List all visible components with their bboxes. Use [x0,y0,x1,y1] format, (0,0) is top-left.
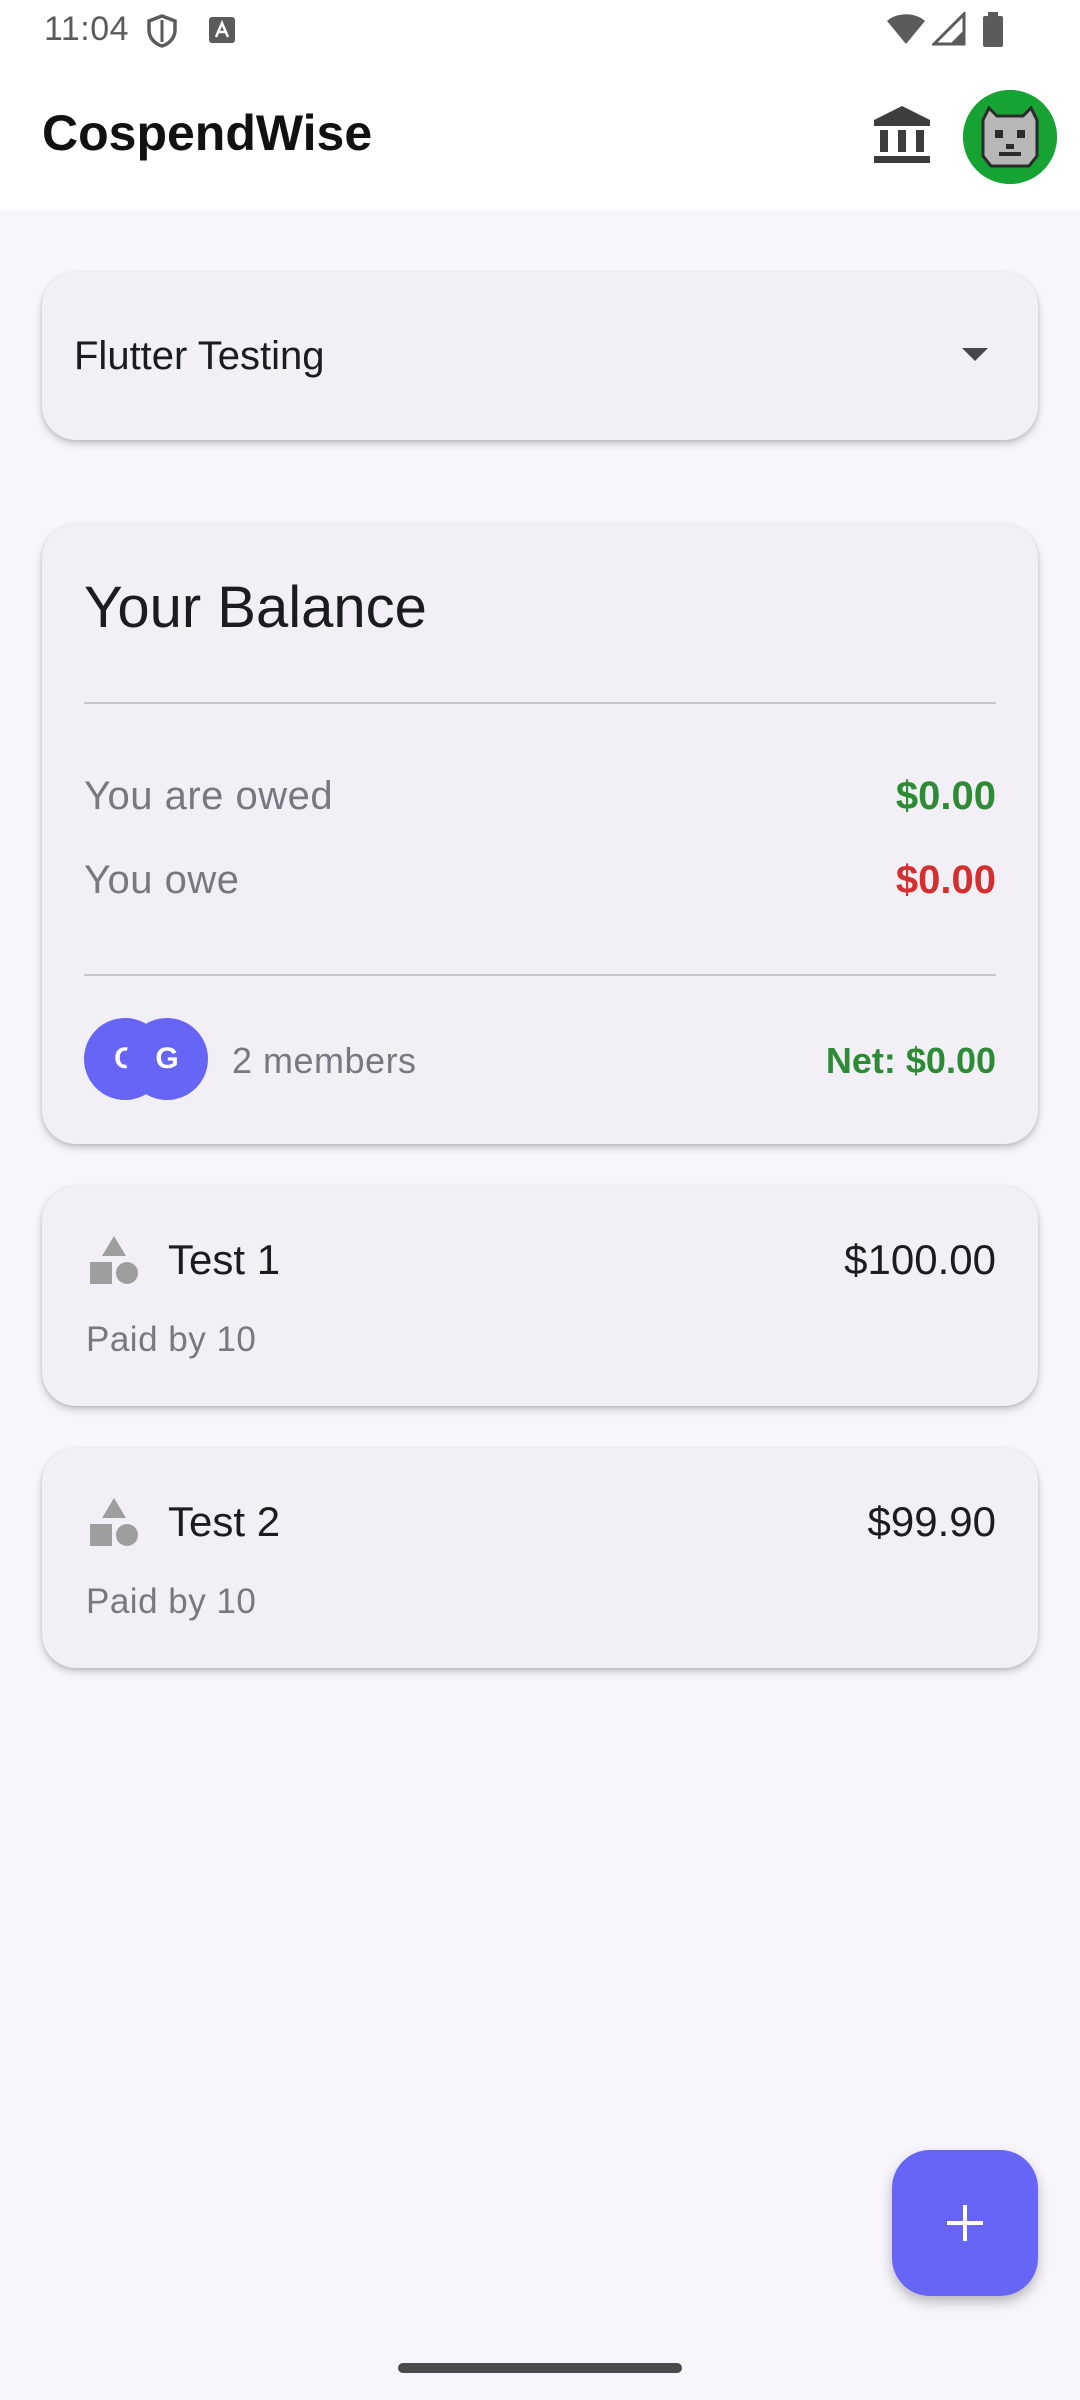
screen: 11:04 CospendWise Flutter Testing Your B… [0,0,1080,2400]
net-balance: Net: $0.00 [825,1040,996,1081]
expense-title: Test 1 [168,1236,281,1283]
expense-amount: $99.90 [867,1498,996,1545]
add-expense-button[interactable] [892,2150,1038,2296]
divider [84,702,996,704]
chevron-down-icon [962,348,988,361]
app-title: CospendWise [42,105,373,161]
wifi-icon [887,14,925,44]
status-bar: 11:04 [0,0,1080,62]
expense-item[interactable]: Test 1 $100.00 Paid by 10 [42,1186,1038,1406]
group-dropdown[interactable]: Flutter Testing [42,272,1038,440]
app-bar: CospendWise [0,62,1080,210]
members-count: 2 members [232,1040,417,1081]
expense-title: Test 2 [168,1498,281,1545]
category-icon [90,1498,138,1546]
owed-value: $0.00 [895,774,996,818]
owe-value: $0.00 [895,858,996,902]
balance-card: Your Balance You are owed $0.00 You owe … [42,524,1038,1144]
bank-icon[interactable] [870,102,934,166]
category-icon [90,1236,138,1284]
gesture-bar[interactable] [398,2363,682,2373]
status-time: 11:04 [44,10,130,48]
member-avatar: G [126,1018,208,1100]
expense-amount: $100.00 [844,1236,996,1283]
owed-label: You are owed [84,774,334,818]
profile-avatar[interactable] [963,90,1057,184]
cat-avatar-icon [963,90,1057,184]
expense-paid-by: Paid by 10 [86,1582,257,1621]
divider [84,974,996,976]
add-icon [947,2205,983,2241]
expense-item[interactable]: Test 2 $99.90 Paid by 10 [42,1448,1038,1668]
battery-icon [983,12,1003,47]
owe-label: You owe [84,858,240,902]
signal-icon [932,12,966,46]
expense-paid-by: Paid by 10 [86,1320,257,1359]
balance-title: Your Balance [84,575,427,640]
shield-icon [147,14,177,48]
keyboard-a-icon [209,17,235,43]
group-dropdown-value: Flutter Testing [74,334,325,378]
